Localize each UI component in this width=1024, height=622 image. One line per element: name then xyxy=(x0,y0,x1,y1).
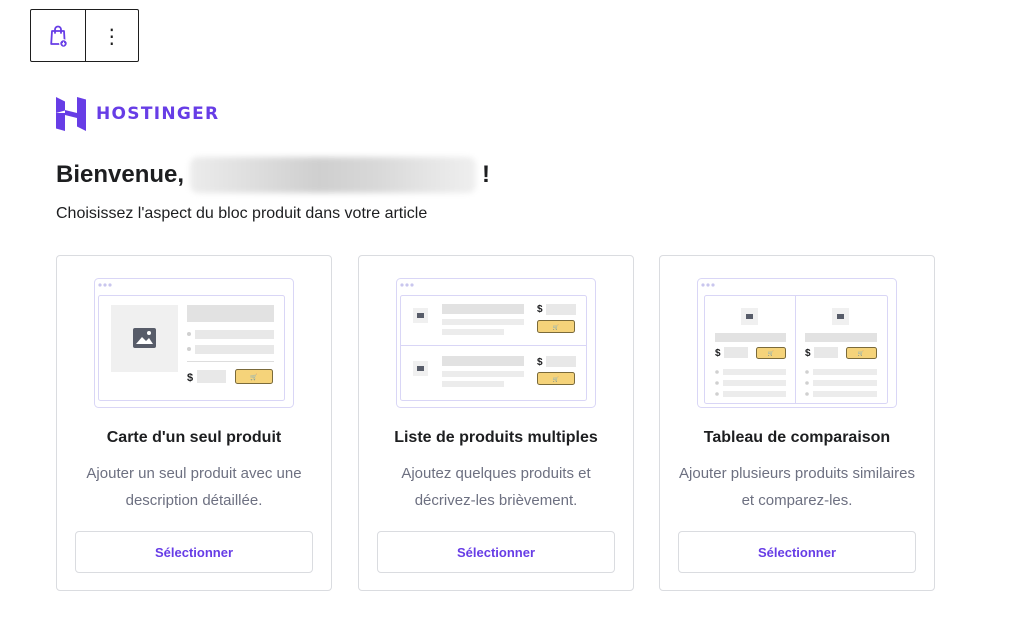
card-description: Ajouter un seul produit avec une descrip… xyxy=(86,465,302,509)
block-type-button[interactable] xyxy=(31,10,85,61)
block-options-button[interactable]: ⋮ xyxy=(84,10,139,61)
select-multiple-products-button[interactable]: Sélectionner xyxy=(377,531,615,573)
card-description: Ajouter plusieurs produits similaires et… xyxy=(679,465,915,509)
welcome-suffix: ! xyxy=(482,161,491,188)
price-symbol: $ xyxy=(715,348,721,359)
shopping-bag-icon xyxy=(50,25,68,48)
multiple-products-illustration: $ 🛒 $ 🛒 xyxy=(396,278,596,408)
svg-text:$: $ xyxy=(537,357,543,368)
card-title: Carte d'un seul produit xyxy=(106,429,282,446)
redacted-username xyxy=(190,157,477,193)
welcome-heading: Bienvenue, ! xyxy=(56,157,491,193)
single-product-illustration: $ 🛒 xyxy=(94,278,294,408)
svg-text:$: $ xyxy=(805,348,811,359)
block-toolbar: ⋮ xyxy=(30,9,139,62)
svg-text:🛒: 🛒 xyxy=(768,350,774,357)
price-symbol: $ xyxy=(187,372,193,384)
welcome-prefix: Bienvenue, xyxy=(56,161,185,188)
kebab-menu-icon: ⋮ xyxy=(101,23,122,48)
hostinger-logo-icon xyxy=(56,97,86,131)
card-single-product: $ 🛒 Carte d'un seul produit Ajouter un s… xyxy=(56,255,332,591)
page-subtitle: Choisissez l'aspect du bloc produit dans… xyxy=(56,205,428,222)
svg-text:🛒: 🛒 xyxy=(553,376,559,383)
card-comparison-table: $ 🛒 $ 🛒 Tableau de comparaison Ajouter p… xyxy=(659,255,935,591)
comparison-table-illustration: $ 🛒 $ 🛒 xyxy=(697,278,897,408)
card-title: Liste de produits multiples xyxy=(394,429,598,446)
svg-text:🛒: 🛒 xyxy=(553,324,559,331)
card-multiple-products: $ 🛒 $ 🛒 Liste de produits multiples Ajou… xyxy=(358,255,634,591)
price-symbol: $ xyxy=(537,304,543,315)
select-single-product-button[interactable]: Sélectionner xyxy=(75,531,313,573)
card-title: Tableau de comparaison xyxy=(703,429,891,446)
hostinger-logo: HOSTINGER xyxy=(56,97,219,131)
select-comparison-table-button[interactable]: Sélectionner xyxy=(678,531,916,573)
svg-text:🛒: 🛒 xyxy=(858,350,864,357)
brand-name: HOSTINGER xyxy=(96,104,220,124)
svg-text:🛒: 🛒 xyxy=(250,373,258,381)
card-description: Ajoutez quelques produits et décrivez-le… xyxy=(401,465,591,509)
